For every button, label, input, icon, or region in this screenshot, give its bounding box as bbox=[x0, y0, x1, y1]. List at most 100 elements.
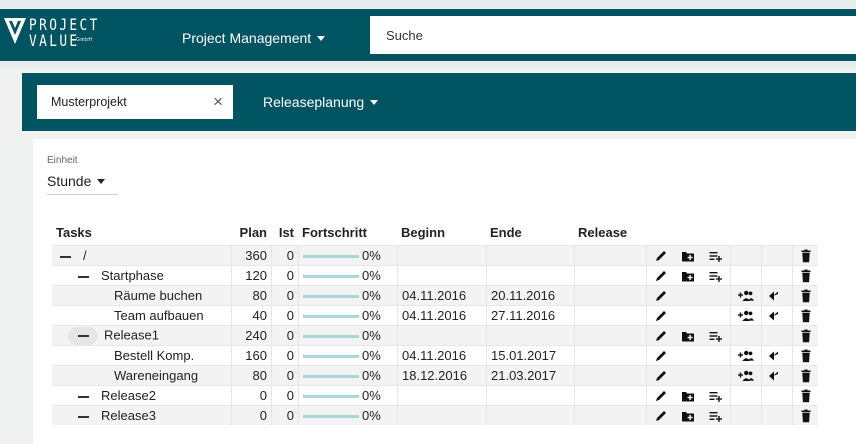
folder-plus-icon[interactable] bbox=[681, 389, 695, 403]
add-users-icon[interactable] bbox=[738, 369, 754, 383]
assign-cell bbox=[730, 365, 761, 385]
search-input[interactable] bbox=[370, 16, 856, 54]
collapse-toggle[interactable] bbox=[78, 415, 89, 418]
progress-cell: 0% bbox=[298, 305, 397, 325]
table-row[interactable]: Räume buchen 80 0 0% 04.11.2016 20.11.2016 bbox=[52, 285, 818, 305]
trash-icon[interactable] bbox=[799, 349, 813, 363]
delete-cell bbox=[792, 285, 818, 305]
col-addlist bbox=[702, 219, 730, 245]
table-row[interactable]: Team aufbauen 40 0 0% 04.11.2016 27.11.2016 bbox=[52, 305, 818, 325]
collapse-toggle[interactable] bbox=[78, 395, 89, 398]
collapse-toggle[interactable] bbox=[68, 326, 98, 345]
folder-plus-icon[interactable] bbox=[681, 409, 695, 423]
progress-cell: 0% bbox=[298, 325, 397, 345]
trash-icon[interactable] bbox=[799, 269, 813, 283]
clear-icon[interactable]: × bbox=[213, 92, 223, 112]
add-list-cell bbox=[702, 285, 730, 305]
collapse-toggle[interactable] bbox=[78, 275, 89, 278]
progress-cell: 0% bbox=[298, 245, 397, 265]
plan-cell: 80 bbox=[231, 285, 271, 305]
table-row[interactable]: Wareneingang 80 0 0% 18.12.2016 21.03.2017 bbox=[52, 365, 818, 385]
trash-icon[interactable] bbox=[799, 369, 813, 383]
reply-all-icon[interactable] bbox=[769, 349, 785, 363]
delete-cell bbox=[792, 345, 818, 365]
progress-value: 0% bbox=[362, 248, 381, 263]
folder-plus-icon[interactable] bbox=[681, 269, 695, 283]
pencil-icon[interactable] bbox=[654, 409, 668, 423]
progress-cell: 0% bbox=[298, 265, 397, 285]
table-row[interactable]: Release1 240 0 0% bbox=[52, 325, 818, 345]
plan-cell: 120 bbox=[231, 265, 271, 285]
reply-cell bbox=[761, 345, 792, 365]
reply-all-icon[interactable] bbox=[769, 309, 785, 323]
table-row[interactable]: / 360 0 0% bbox=[52, 245, 818, 265]
release-cell bbox=[574, 365, 646, 385]
folder-plus-icon[interactable] bbox=[681, 329, 695, 343]
pencil-icon[interactable] bbox=[654, 309, 668, 323]
pencil-icon[interactable] bbox=[654, 289, 668, 303]
task-name-cell: Räume buchen bbox=[52, 285, 231, 305]
add-list-cell bbox=[702, 265, 730, 285]
collapse-toggle[interactable] bbox=[60, 255, 71, 258]
main-content: Einheit Stunde Tasks Plan Ist Fortschrit… bbox=[33, 139, 856, 444]
pencil-icon[interactable] bbox=[654, 329, 668, 343]
table-row[interactable]: Release3 0 0 0% bbox=[52, 405, 818, 425]
add-list-cell bbox=[702, 245, 730, 265]
ist-cell: 0 bbox=[271, 305, 298, 325]
playlist-add-icon[interactable] bbox=[709, 409, 723, 423]
view-menu[interactable]: Releaseplanung bbox=[263, 94, 379, 110]
table-row[interactable]: Bestell Komp. 160 0 0% 04.11.2016 15.01.2017 bbox=[52, 345, 818, 365]
col-progress: Fortschritt bbox=[302, 224, 367, 240]
task-name: Release3 bbox=[101, 408, 156, 423]
trash-icon[interactable] bbox=[799, 249, 813, 263]
add-users-icon[interactable] bbox=[738, 349, 754, 363]
playlist-add-icon[interactable] bbox=[709, 269, 723, 283]
end-cell bbox=[486, 265, 574, 285]
edit-cell bbox=[646, 405, 674, 425]
project-selector[interactable]: Musterprojekt × bbox=[37, 85, 233, 119]
unit-select[interactable]: Stunde bbox=[47, 173, 118, 195]
playlist-add-icon[interactable] bbox=[709, 249, 723, 263]
reply-all-icon[interactable] bbox=[769, 369, 785, 383]
task-name: Team aufbauen bbox=[114, 308, 204, 323]
trash-icon[interactable] bbox=[799, 289, 813, 303]
table-row[interactable]: Startphase 120 0 0% bbox=[52, 265, 818, 285]
pencil-icon[interactable] bbox=[654, 269, 668, 283]
assign-cell bbox=[730, 325, 761, 345]
task-name: Bestell Komp. bbox=[114, 348, 195, 363]
begin-cell bbox=[397, 265, 486, 285]
ist-cell: 0 bbox=[271, 345, 298, 365]
trash-icon[interactable] bbox=[799, 389, 813, 403]
unit-value: Stunde bbox=[47, 173, 92, 189]
add-users-icon[interactable] bbox=[738, 309, 754, 323]
caret-down-icon bbox=[317, 35, 326, 41]
plan-cell: 80 bbox=[231, 365, 271, 385]
progress-value: 0% bbox=[362, 268, 381, 283]
pencil-icon[interactable] bbox=[654, 249, 668, 263]
plan-cell: 0 bbox=[231, 405, 271, 425]
folder-plus-icon[interactable] bbox=[681, 249, 695, 263]
reply-all-icon[interactable] bbox=[769, 289, 785, 303]
add-list-cell bbox=[702, 405, 730, 425]
trash-icon[interactable] bbox=[799, 329, 813, 343]
progress-value: 0% bbox=[362, 348, 381, 363]
add-folder-cell bbox=[674, 245, 702, 265]
trash-icon[interactable] bbox=[799, 309, 813, 323]
end-cell: 15.01.2017 bbox=[486, 345, 574, 365]
progress-cell: 0% bbox=[298, 405, 397, 425]
pencil-icon[interactable] bbox=[654, 369, 668, 383]
col-release: Release bbox=[578, 224, 628, 240]
trash-icon[interactable] bbox=[799, 409, 813, 423]
table-row[interactable]: Release2 0 0 0% bbox=[52, 385, 818, 405]
pencil-icon[interactable] bbox=[654, 349, 668, 363]
progress-bar bbox=[303, 295, 359, 299]
playlist-add-icon[interactable] bbox=[709, 389, 723, 403]
company-logo[interactable]: PROJECT VALUE GmbH bbox=[4, 13, 114, 57]
playlist-add-icon[interactable] bbox=[709, 329, 723, 343]
begin-cell bbox=[397, 405, 486, 425]
pencil-icon[interactable] bbox=[654, 389, 668, 403]
end-cell: 20.11.2016 bbox=[486, 285, 574, 305]
project-management-menu[interactable]: Project Management bbox=[182, 30, 326, 46]
add-list-cell bbox=[702, 365, 730, 385]
add-users-icon[interactable] bbox=[738, 289, 754, 303]
